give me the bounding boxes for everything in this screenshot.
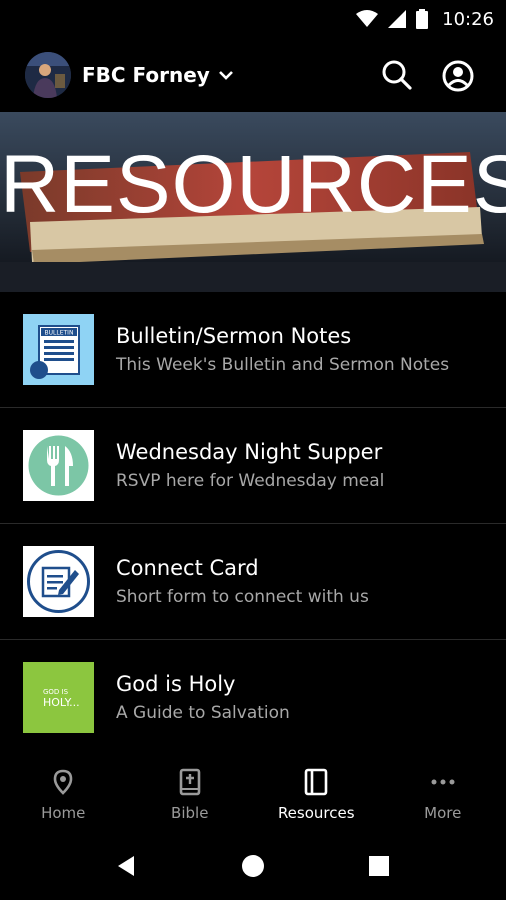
org-name: FBC Forney (82, 63, 210, 87)
app-header: FBC Forney (0, 38, 506, 112)
item-title: God is Holy (116, 672, 236, 696)
location-pin-icon (53, 769, 73, 795)
status-time: 10:26 (442, 8, 494, 30)
bible-icon (179, 768, 201, 796)
system-nav-bar (0, 834, 506, 900)
tab-bible[interactable]: Bible (127, 752, 254, 834)
list-item[interactable]: BULLETIN Bulletin/Sermon Notes This Week… (0, 292, 506, 408)
thumb-text-line1: GOD IS (43, 688, 69, 696)
bulletin-thumb-text: BULLETIN (45, 330, 74, 337)
org-switcher[interactable]: FBC Forney (82, 62, 234, 88)
item-subtitle: A Guide to Salvation (116, 703, 290, 723)
connect-card-thumbnail (23, 546, 94, 617)
banner-title: RESOURCES (0, 139, 506, 230)
tab-label: Home (41, 804, 86, 822)
chevron-down-icon (218, 71, 233, 80)
item-subtitle: RSVP here for Wednesday meal (116, 471, 385, 491)
god-is-holy-thumbnail: GOD IS HOLY... (23, 662, 94, 733)
more-dots-icon (431, 779, 455, 785)
wifi-icon (356, 10, 379, 27)
search-button[interactable] (380, 58, 414, 92)
tab-more[interactable]: More (380, 752, 506, 834)
status-bar: 10:26 (0, 0, 506, 38)
item-title: Wednesday Night Supper (116, 440, 383, 464)
account-icon (442, 60, 474, 92)
tab-label: More (424, 804, 462, 822)
item-title: Connect Card (116, 556, 259, 580)
supper-thumbnail (23, 430, 94, 501)
book-icon (304, 768, 328, 796)
tab-label: Resources (277, 804, 355, 822)
account-button[interactable] (440, 58, 476, 94)
list-item[interactable]: Connect Card Short form to connect with … (0, 524, 506, 640)
back-icon[interactable] (114, 854, 138, 878)
resources-banner: RESOURCES (0, 112, 506, 292)
recents-icon[interactable] (368, 855, 390, 877)
tab-label: Bible (171, 804, 209, 822)
church-avatar[interactable] (25, 52, 71, 98)
resource-list: BULLETIN Bulletin/Sermon Notes This Week… (0, 292, 506, 756)
item-subtitle: This Week's Bulletin and Sermon Notes (116, 355, 450, 375)
home-circle-icon[interactable] (241, 854, 265, 878)
bulletin-thumbnail: BULLETIN (23, 314, 94, 385)
tab-resources[interactable]: Resources (253, 752, 380, 834)
signal-icon (388, 10, 407, 28)
list-item[interactable]: Wednesday Night Supper RSVP here for Wed… (0, 408, 506, 524)
bottom-nav: Home Bible Resources More (0, 752, 506, 834)
thumb-text-line2: HOLY... (43, 696, 80, 709)
list-item[interactable]: GOD IS HOLY... God is Holy A Guide to Sa… (0, 640, 506, 756)
search-icon (382, 60, 412, 90)
tab-home[interactable]: Home (0, 752, 127, 834)
item-subtitle: Short form to connect with us (116, 587, 369, 607)
battery-icon (416, 9, 429, 29)
item-title: Bulletin/Sermon Notes (116, 324, 352, 348)
status-icons: 10:26 (356, 8, 494, 30)
